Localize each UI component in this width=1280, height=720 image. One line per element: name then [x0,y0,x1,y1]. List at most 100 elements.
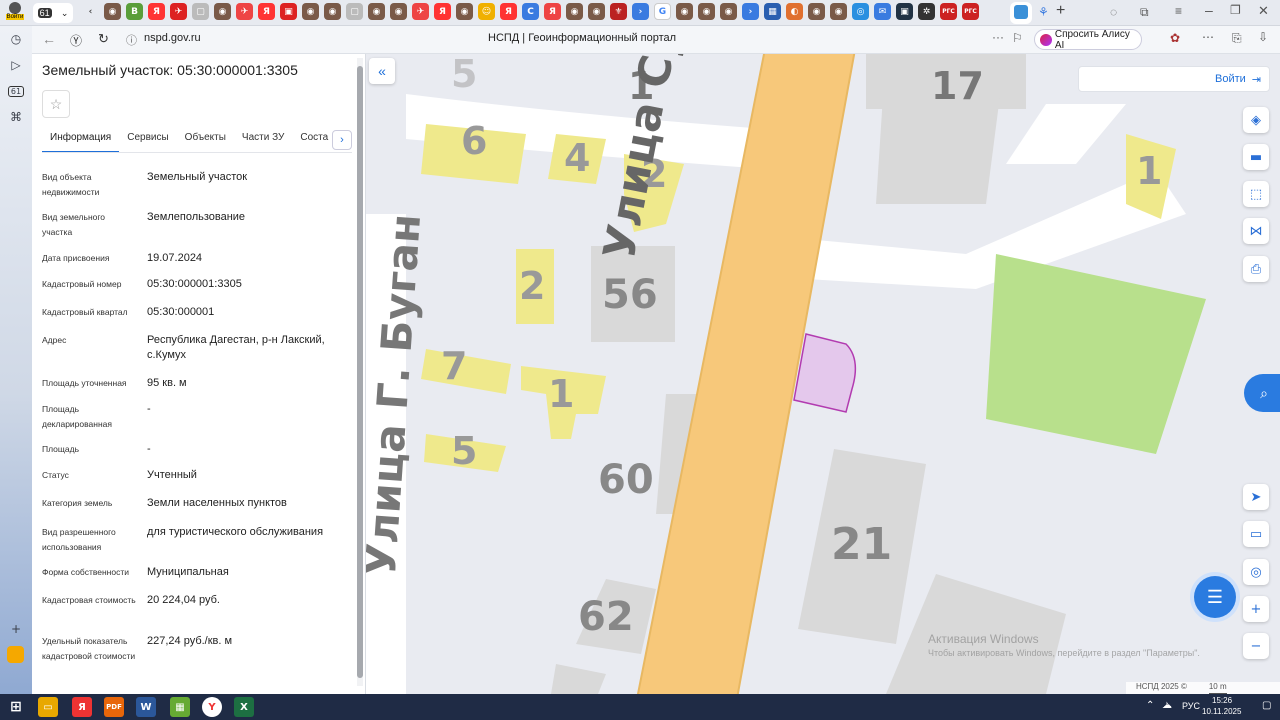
measure-button[interactable]: ▬ [1243,144,1269,170]
reload-icon[interactable]: ↻ [98,31,109,47]
tab-favicon[interactable]: ◐ [786,3,803,20]
tab-favicon[interactable]: C [522,3,539,20]
clock-date[interactable]: 10.11.2025 [1202,707,1241,716]
overflow-icon[interactable]: ⋯ [1202,30,1214,44]
tab-favicon[interactable]: ◉ [830,3,847,20]
download-icon[interactable]: ◌ [1110,5,1117,19]
tab-manager-icon[interactable]: ⧉ [1140,5,1149,20]
play-icon[interactable]: ▷ [0,52,32,78]
tab-favicon[interactable]: ◉ [720,3,737,20]
tab-favicon[interactable]: Я [434,3,451,20]
tab-favicon[interactable]: ◉ [324,3,341,20]
minimap-button[interactable]: ▭ [1243,521,1269,547]
minimize-button[interactable]: – [1205,2,1213,18]
alice-button[interactable]: Спросить Алису AI [1034,29,1142,51]
tab-favicon[interactable]: РГС [940,3,957,20]
clock-time[interactable]: 15:26 [1212,696,1232,705]
tab-favicon[interactable]: ◉ [566,3,583,20]
tab-objects[interactable]: Объекты [177,130,234,153]
tab-favicon[interactable]: Я [258,3,275,20]
tab-favicon[interactable]: ⚜ [610,3,627,20]
tab-favicon[interactable]: ☺ [478,3,495,20]
tab-back-icon[interactable]: ‹ [82,3,99,20]
tray-chevron-icon[interactable]: ⌃ [1146,700,1154,711]
login-button[interactable]: Войти ⇥ [1078,66,1270,92]
extension-icon[interactable]: ✿ [1170,31,1180,45]
chat-button[interactable]: ☰ [1194,576,1236,618]
tab-favicon[interactable]: ◉ [368,3,385,20]
tab-favicon[interactable]: ▢ [346,3,363,20]
share-map-button[interactable]: ⋈ [1243,218,1269,244]
collapse-panel-button[interactable]: « [369,58,395,84]
new-tab-button[interactable]: + [1056,2,1065,20]
more-icon[interactable]: ··· [992,30,1004,44]
back-icon[interactable]: ← [42,31,56,47]
tab-favicon[interactable]: ◉ [456,3,473,20]
tab-favicon[interactable]: Я [544,3,561,20]
tab-favicon[interactable]: ▣ [280,3,297,20]
tab-favicon[interactable]: B [126,3,143,20]
tab-favicon[interactable]: › [742,3,759,20]
start-button[interactable]: ⊞ [6,697,26,717]
print-button[interactable]: ⎙ [1243,256,1269,282]
tab-counter-button[interactable]: 61 ⌄ [33,3,73,23]
close-button[interactable]: ✕ [1258,3,1269,19]
app-icon[interactable] [7,646,24,663]
favorite-star-button[interactable]: ☆ [42,90,70,118]
help-tab-button[interactable]: ⌕ [1244,374,1280,412]
tab-favicon[interactable]: ◉ [676,3,693,20]
tab-favicon[interactable]: ◉ [808,3,825,20]
downloads-icon[interactable]: ⇩ [1258,30,1268,44]
tab-favicon[interactable]: ◉ [302,3,319,20]
maximize-button[interactable]: ❐ [1230,3,1241,17]
tab-favicon[interactable]: ✉ [874,3,891,20]
panel-scrollbar[interactable] [357,58,363,686]
tab-favicon[interactable]: G [654,3,671,20]
history-icon[interactable]: ◷ [0,26,32,52]
tab-favicon[interactable]: ✲ [918,3,935,20]
tab-favicon[interactable]: ▣ [896,3,913,20]
share-icon[interactable]: ⎘ [1232,31,1242,46]
excel-icon[interactable]: X [234,697,254,717]
tab-parts[interactable]: Части ЗУ [234,130,292,153]
geolocation-button[interactable]: ◎ [1243,559,1269,585]
volume-icon[interactable]: ♪ [1164,699,1170,711]
tab-favicon[interactable]: ▢ [192,3,209,20]
tabs-scroll-right-button[interactable]: › [332,130,352,150]
url-text[interactable]: nspd.gov.ru [144,32,201,44]
map-view[interactable]: 5 1 17 6 4 2 1 2 56 7 1 5 60 21 62 Улица… [366,54,1280,694]
tab-favicon[interactable]: ✈ [236,3,253,20]
tab-services[interactable]: Сервисы [119,130,176,153]
tab-favicon[interactable]: ▦ [764,3,781,20]
tab-favicon[interactable]: ◉ [390,3,407,20]
add-icon[interactable]: + [0,616,32,642]
tab-favicon[interactable]: ◉ [214,3,231,20]
yandex-icon[interactable]: Ⓨ [70,32,82,49]
active-tab[interactable] [1010,2,1032,24]
locate-button[interactable]: ➤ [1243,484,1269,510]
notification-icon[interactable]: ▢ [1262,700,1271,711]
scrollbar-thumb[interactable] [357,66,363,678]
tab-favicon[interactable]: ◉ [698,3,715,20]
tab-favicon[interactable]: ◉ [104,3,121,20]
menu-icon[interactable]: ≡ [1175,4,1182,18]
tab-favicon[interactable]: РГС [962,3,979,20]
app-taskbar-icon[interactable]: ▦ [170,697,190,717]
tab-favicon[interactable]: ◉ [588,3,605,20]
sidebar-badge[interactable]: 61 [0,78,32,104]
zoom-in-button[interactable]: + [1243,596,1269,622]
camera-icon[interactable]: ⌘ [0,104,32,130]
yandex-taskbar-icon[interactable]: Я [72,697,92,717]
tab-favicon[interactable]: › [632,3,649,20]
select-area-button[interactable]: ⬚ [1243,181,1269,207]
site-info-icon[interactable]: ⓘ [126,32,137,48]
profile-button[interactable]: Войти [3,2,27,24]
tab-favicon[interactable]: ⚘ [1038,5,1049,19]
zoom-out-button[interactable]: − [1243,633,1269,659]
pdf-icon[interactable]: PDF [104,697,124,717]
tab-favicon[interactable]: Я [500,3,517,20]
tab-favicon[interactable]: ✈ [170,3,187,20]
tab-favicon[interactable]: ✈ [412,3,429,20]
layers-button[interactable]: ◈ [1243,107,1269,133]
word-icon[interactable]: W [136,697,156,717]
